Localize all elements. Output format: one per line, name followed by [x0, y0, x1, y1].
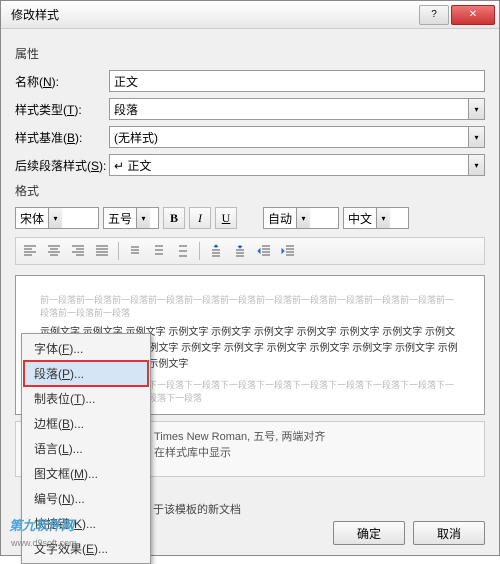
menu-tabs[interactable]: 制表位(T)...: [24, 386, 148, 411]
help-button[interactable]: ?: [419, 5, 449, 25]
linespace-15-icon[interactable]: [148, 241, 170, 261]
spacebefore-inc-icon[interactable]: [205, 241, 227, 261]
preview-before: 前一段落前一段落前一段落前一段落前一段落前一段落前一段落前一段落前一段落前一段落…: [40, 294, 460, 319]
titlebar: 修改样式 ? ✕: [1, 1, 499, 29]
menu-numbering[interactable]: 编号(N)...: [24, 486, 148, 511]
menu-border[interactable]: 边框(B)...: [24, 411, 148, 436]
stylebase-combo[interactable]: (无样式) ▾: [109, 126, 485, 148]
styletype-label: 样式类型(T):: [15, 101, 109, 118]
chevron-down-icon: ▾: [136, 208, 150, 228]
spacebefore-dec-icon[interactable]: [229, 241, 251, 261]
dialog-title: 修改样式: [5, 6, 417, 23]
bold-button[interactable]: B: [163, 207, 185, 229]
menu-paragraph[interactable]: 段落(P)...: [24, 361, 148, 386]
font-combo[interactable]: 宋体▾: [15, 207, 99, 229]
indent-inc-icon[interactable]: [277, 241, 299, 261]
desc-line1: Times New Roman, 五号, 两端对齐: [154, 428, 476, 444]
desc-line2: 在样式库中显示: [154, 444, 476, 460]
stylebase-label: 样式基准(B):: [15, 129, 109, 146]
italic-button[interactable]: I: [189, 207, 211, 229]
indent-dec-icon[interactable]: [253, 241, 275, 261]
ok-button[interactable]: 确定: [333, 521, 405, 545]
styletype-value: 段落: [110, 101, 468, 118]
modify-style-dialog: 修改样式 ? ✕ 属性 名称(N): 样式类型(T): 段落 ▾ 样式基准(B)…: [0, 0, 500, 556]
align-right-icon[interactable]: [67, 241, 89, 261]
format-section-label: 格式: [15, 182, 485, 199]
underline-button[interactable]: U: [215, 207, 237, 229]
menu-language[interactable]: 语言(L)...: [24, 436, 148, 461]
menu-frame[interactable]: 图文框(M)...: [24, 461, 148, 486]
chevron-down-icon: ▾: [468, 155, 484, 175]
paragraph-toolbar: [15, 237, 485, 265]
chevron-down-icon: ▾: [468, 127, 484, 147]
bottom-text: 于该模板的新文档: [145, 501, 485, 517]
align-center-icon[interactable]: [43, 241, 65, 261]
size-combo[interactable]: 五号▾: [103, 207, 159, 229]
menu-font[interactable]: 字体(F)...: [24, 336, 148, 361]
properties-section-label: 属性: [15, 45, 485, 62]
lang-combo[interactable]: 中文▾: [343, 207, 409, 229]
align-left-icon[interactable]: [19, 241, 41, 261]
followstyle-combo[interactable]: ↵ 正文 ▾: [109, 154, 485, 176]
close-button[interactable]: ✕: [451, 5, 495, 25]
styletype-combo[interactable]: 段落 ▾: [109, 98, 485, 120]
chevron-down-icon: ▾: [468, 99, 484, 119]
followstyle-label: 后续段落样式(S):: [15, 157, 109, 174]
linespace-1-icon[interactable]: [124, 241, 146, 261]
linespace-2-icon[interactable]: [172, 241, 194, 261]
chevron-down-icon: ▾: [376, 208, 390, 228]
chevron-down-icon: ▾: [48, 208, 62, 228]
color-combo[interactable]: 自动▾: [263, 207, 339, 229]
followstyle-value: ↵ 正文: [110, 157, 468, 174]
cancel-button[interactable]: 取消: [413, 521, 485, 545]
chevron-down-icon: ▾: [296, 208, 310, 228]
name-label: 名称(N):: [15, 73, 109, 90]
align-justify-icon[interactable]: [91, 241, 113, 261]
watermark: 第九软件网 www.d9soft.com: [9, 515, 77, 549]
name-input[interactable]: [109, 70, 485, 92]
stylebase-value: (无样式): [110, 129, 468, 146]
